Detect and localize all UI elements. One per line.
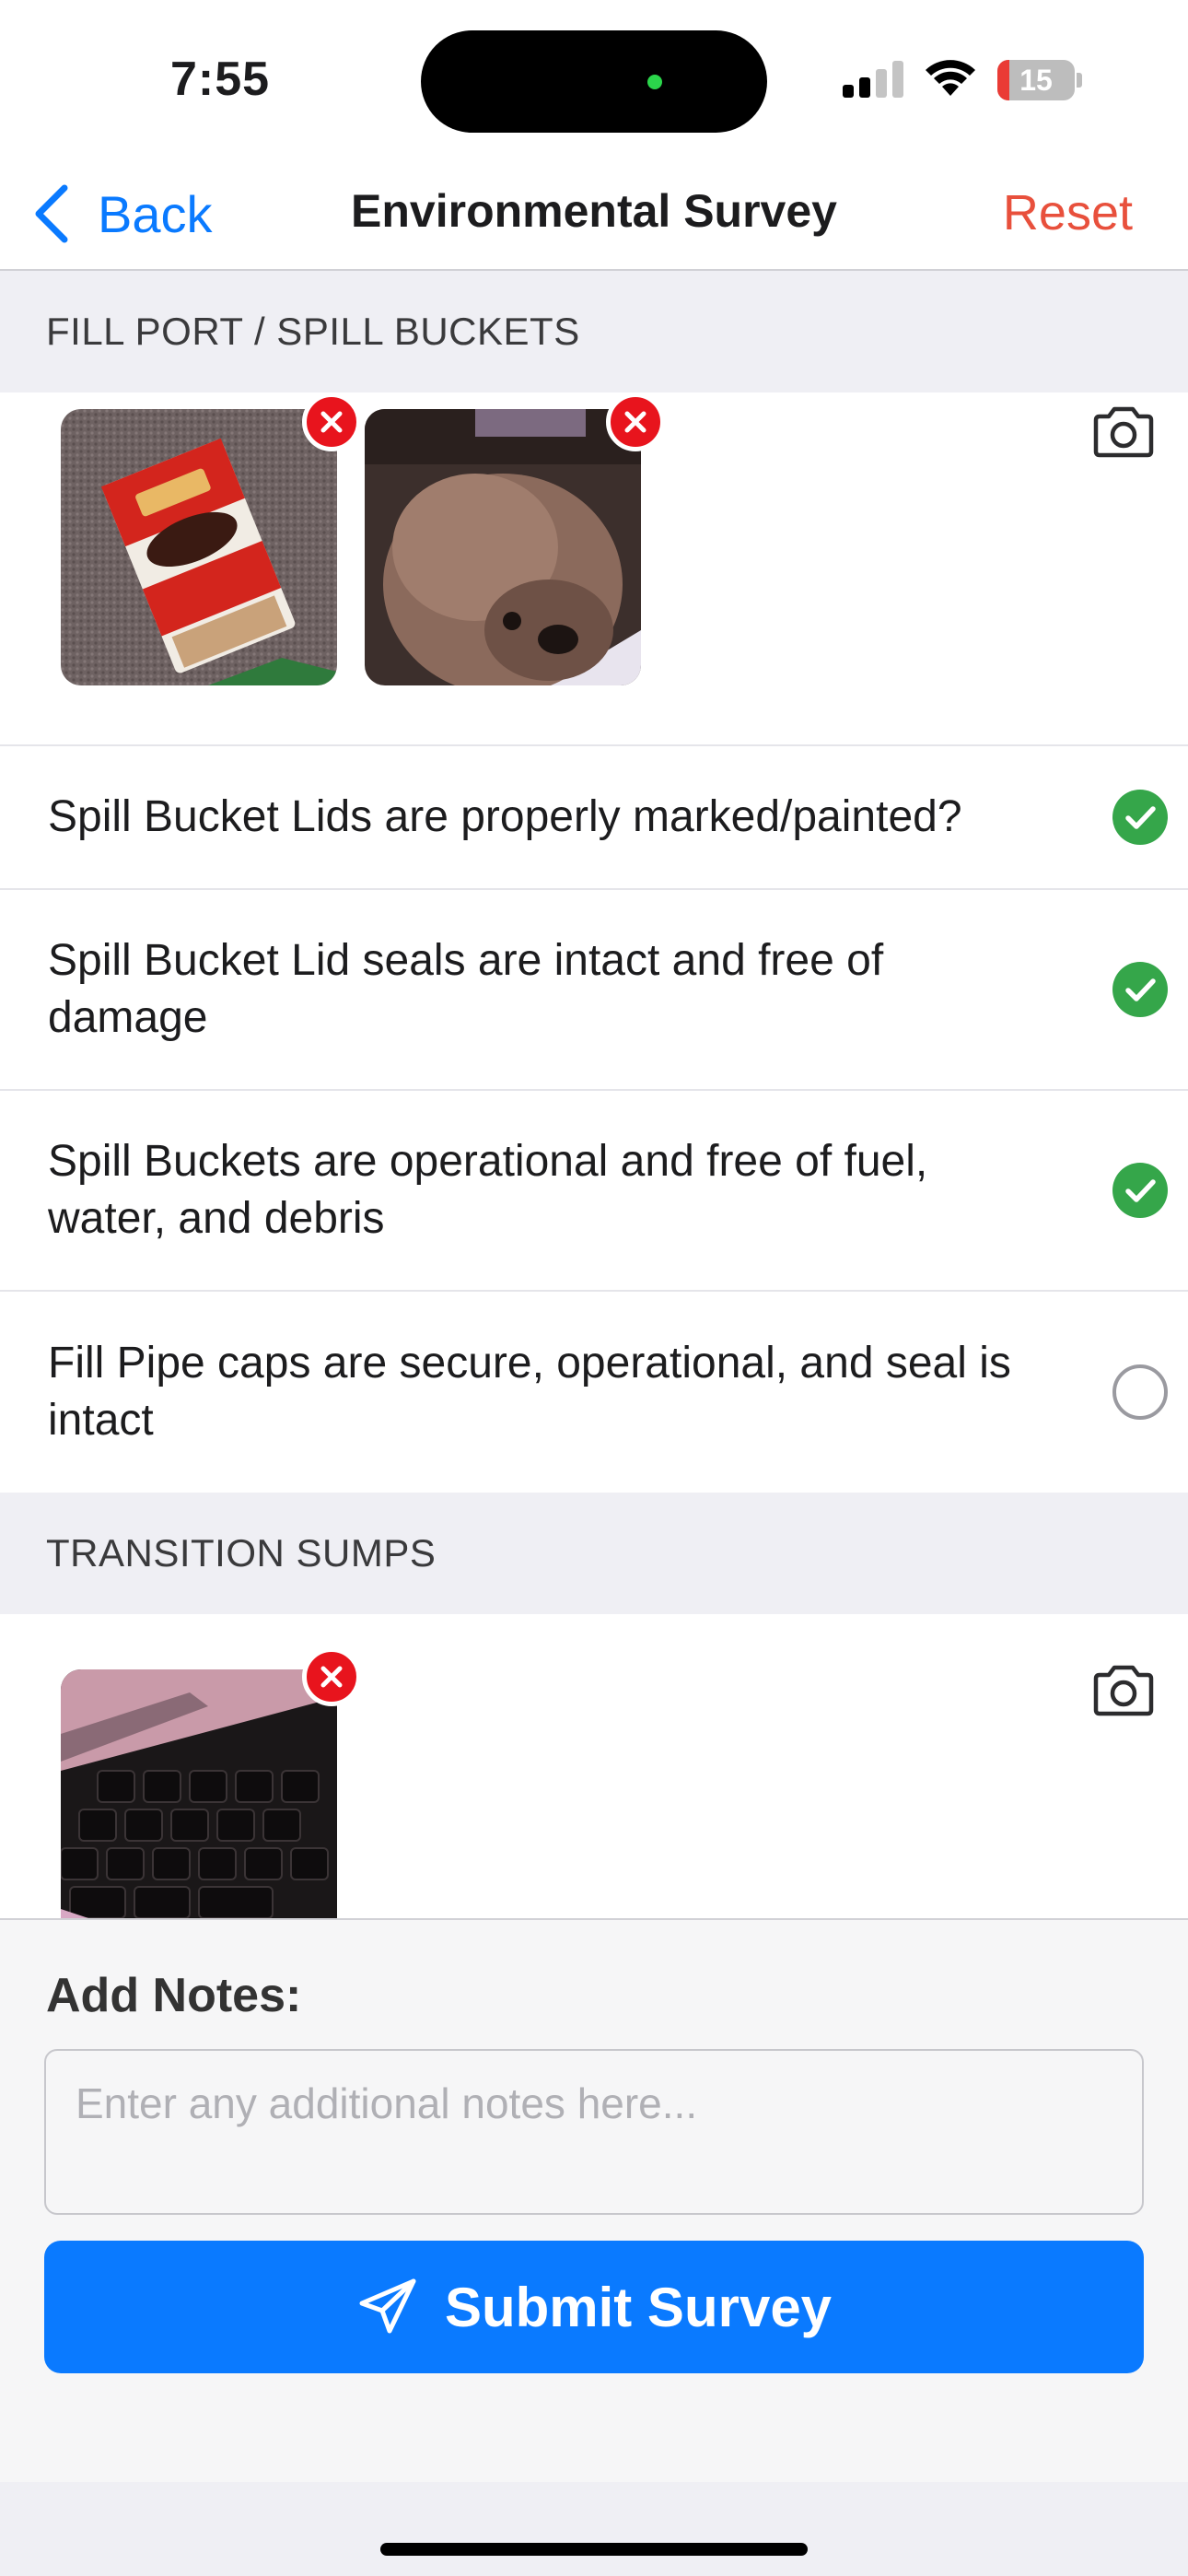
photo-dog (365, 409, 641, 685)
wifi-icon (926, 60, 975, 96)
submit-survey-button[interactable]: Submit Survey (44, 2241, 1144, 2373)
battery-level: 15 (1019, 64, 1053, 97)
checklist-item[interactable]: Fill Pipe caps are secure, operational, … (0, 1292, 1188, 1493)
unchecked-circle-icon[interactable] (1112, 1364, 1168, 1420)
section-header-fill-port: FILL PORT / SPILL BUCKETS (0, 271, 1188, 392)
photo-thumbnail[interactable] (365, 409, 641, 685)
remove-photo-button[interactable] (606, 392, 665, 451)
submit-label: Submit Survey (444, 2276, 833, 2338)
remove-photo-button[interactable] (302, 392, 361, 451)
checklist-item-label: Spill Bucket Lids are properly marked/pa… (48, 792, 962, 841)
checklist-item-label: Spill Buckets are operational and free o… (48, 1137, 928, 1243)
checkmark-icon[interactable] (1112, 962, 1168, 1017)
remove-photo-button[interactable] (302, 1647, 361, 1706)
checklist-item-label: Spill Bucket Lid seals are intact and fr… (48, 936, 884, 1042)
paper-plane-icon (359, 2278, 416, 2334)
section-header-transition-sumps: TRANSITION SUMPS (0, 1493, 1188, 1614)
close-icon (624, 411, 646, 433)
checklist-item[interactable]: Spill Bucket Lid seals are intact and fr… (0, 890, 1188, 1091)
checkmark-icon[interactable] (1112, 1163, 1168, 1218)
checklist-item[interactable]: Spill Bucket Lids are properly marked/pa… (0, 746, 1188, 890)
home-indicator[interactable] (380, 2543, 808, 2556)
photo-laptop-keyboard (61, 1669, 337, 1918)
battery-icon: 15 (997, 60, 1082, 100)
cellular-signal-icon (843, 61, 903, 98)
survey-content[interactable]: FILL PORT / SPILL BUCKETS Spill Bucket L… (0, 271, 1188, 1918)
photo-nutella-snack (61, 409, 337, 685)
reset-button[interactable]: Reset (1003, 184, 1133, 241)
photo-thumbnail[interactable] (61, 1669, 337, 1918)
photo-row-fill-port (0, 392, 1188, 746)
notes-label: Add Notes: (46, 1969, 302, 2022)
status-bar: 7:55 15 (0, 0, 1188, 157)
notes-input[interactable] (44, 2049, 1144, 2215)
dynamic-island (421, 30, 767, 133)
checklist-item[interactable]: Spill Buckets are operational and free o… (0, 1091, 1188, 1292)
checkmark-icon[interactable] (1112, 790, 1168, 845)
navigation-bar: Back Environmental Survey Reset (0, 157, 1188, 271)
survey-footer: Add Notes: Submit Survey (0, 1918, 1188, 2482)
camera-icon[interactable] (1090, 404, 1157, 459)
checklist-item-label: Fill Pipe caps are secure, operational, … (48, 1339, 1011, 1445)
bottom-safe-area (0, 2482, 1188, 2576)
close-icon (320, 1666, 343, 1688)
photo-thumbnail[interactable] (61, 409, 337, 685)
status-time: 7:55 (170, 53, 271, 106)
camera-icon[interactable] (1090, 1662, 1157, 1717)
camera-indicator-dot (647, 75, 662, 89)
close-icon (320, 411, 343, 433)
photo-row-transition-sumps (0, 1614, 1188, 1918)
